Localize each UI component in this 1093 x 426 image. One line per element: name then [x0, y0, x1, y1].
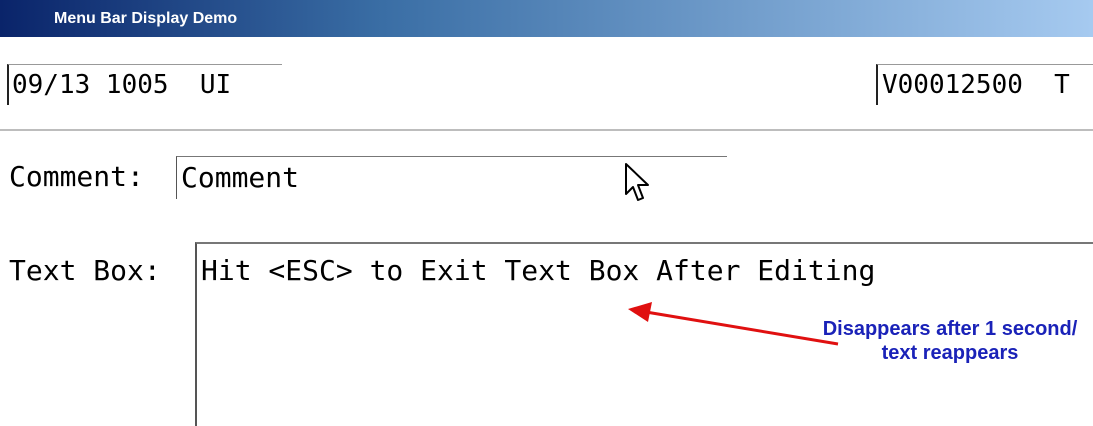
title-bar[interactable]: Menu Bar Display Demo	[0, 0, 1093, 37]
comment-label: Comment:	[9, 160, 144, 193]
textbox-label: Text Box:	[9, 254, 161, 287]
status-date-field: 09/13 1005 UI	[7, 64, 282, 105]
mouse-pointer-icon	[625, 163, 649, 201]
app-window: Menu Bar Display Demo 09/13 1005 UI V000…	[0, 0, 1093, 426]
annotation-callout: Disappears after 1 second/ text reappear…	[822, 318, 1078, 364]
status-version-field: V00012500 T	[876, 64, 1093, 105]
status-bar: 09/13 1005 UI V00012500 T	[0, 37, 1093, 131]
window-title: Menu Bar Display Demo	[54, 10, 238, 27]
